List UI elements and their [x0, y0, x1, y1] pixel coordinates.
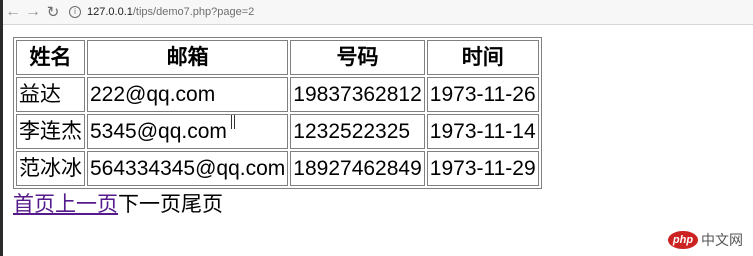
url-path: /tips/demo7.php?page=2 [132, 6, 255, 18]
prev-page-link[interactable]: 上一页 [55, 193, 118, 216]
back-arrow-icon[interactable]: ← [3, 2, 23, 22]
cell-time: 1973-11-26 [426, 77, 539, 112]
cell-email: 222@qq.com [87, 77, 289, 112]
next-page-text: 下一页 [118, 193, 181, 216]
window-left-edge [0, 0, 3, 256]
cell-name: 李连杰 [16, 114, 85, 149]
cell-time: 1973-11-14 [426, 114, 539, 149]
table-row: 益达 222@qq.com 19837362812 1973-11-26 [16, 77, 539, 112]
page-content: 姓名 邮箱 号码 时间 益达 222@qq.com 19837362812 19… [13, 37, 542, 217]
cell-time: 1973-11-29 [426, 151, 539, 186]
php-logo-icon: php [668, 231, 698, 249]
header-phone: 号码 [290, 40, 425, 75]
reload-icon[interactable]: ↻ [43, 2, 63, 22]
cell-email: 564334345@qq.com [87, 151, 289, 186]
info-icon[interactable]: i [69, 6, 81, 18]
last-page-text: 尾页 [181, 193, 223, 216]
address-bar[interactable]: i 127.0.0.1/tips/demo7.php?page=2 [69, 2, 254, 22]
header-name: 姓名 [16, 40, 85, 75]
cell-phone: 18927462849 [290, 151, 425, 186]
cell-phone: 1232522325 [290, 114, 425, 149]
data-table: 姓名 邮箱 号码 时间 益达 222@qq.com 19837362812 19… [13, 37, 542, 189]
cell-name: 范冰冰 [16, 151, 85, 186]
forward-arrow-icon[interactable]: → [23, 2, 43, 22]
cell-email: 5345@qq.com [87, 114, 289, 149]
text-cursor-icon [231, 115, 235, 129]
browser-toolbar: ← → ↻ i 127.0.0.1/tips/demo7.php?page=2 [3, 0, 753, 25]
header-time: 时间 [426, 40, 539, 75]
table-header-row: 姓名 邮箱 号码 时间 [16, 40, 539, 75]
url-host: 127.0.0.1 [87, 6, 133, 18]
header-email: 邮箱 [87, 40, 289, 75]
watermark: php 中文网 [668, 230, 743, 250]
table-row: 范冰冰 564334345@qq.com 18927462849 1973-11… [16, 151, 539, 186]
cell-name: 益达 [16, 77, 85, 112]
table-row: 李连杰 5345@qq.com 1232522325 1973-11-14 [16, 114, 539, 149]
watermark-site-text: 中文网 [701, 233, 743, 249]
first-page-link[interactable]: 首页 [13, 193, 55, 216]
cell-phone: 19837362812 [290, 77, 425, 112]
pagination: 首页上一页下一页尾页 [13, 193, 542, 217]
